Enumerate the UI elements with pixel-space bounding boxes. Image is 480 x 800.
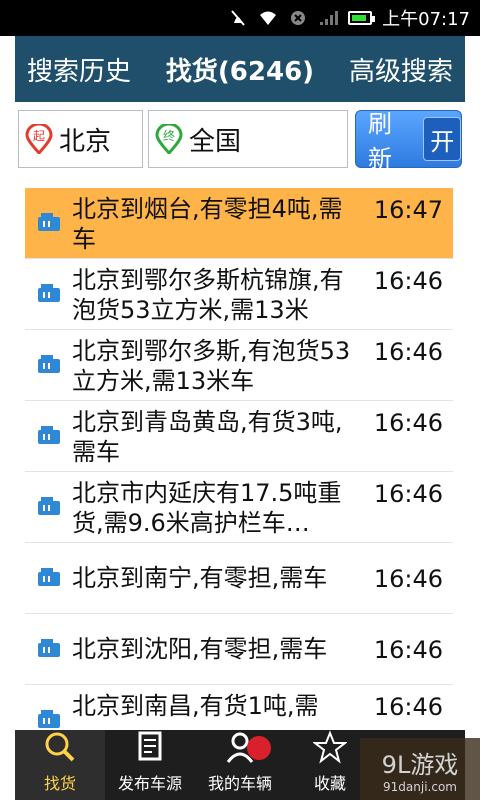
list-item-time: 16:46 xyxy=(373,480,443,508)
list-item[interactable]: 北京到鄂尔多斯杭锦旗,有泡货53立方米,需13米 16:46 xyxy=(25,259,453,330)
cargo-icon xyxy=(38,568,60,586)
watermark-logo: 9L游戏 91danji.com xyxy=(360,738,480,800)
cargo-icon xyxy=(38,213,60,231)
cargo-icon xyxy=(38,497,60,515)
nav-label: 找货 xyxy=(43,774,76,793)
wifi-icon xyxy=(260,11,277,25)
list-item-time: 16:46 xyxy=(373,565,443,593)
star-icon xyxy=(313,730,347,764)
refresh-button[interactable]: 刷新 开 xyxy=(355,110,462,173)
sync-icon xyxy=(291,11,306,25)
list-item-time: 16:46 xyxy=(373,338,443,366)
list-item-title: 北京到青岛黄岛,有货3吨,需车 xyxy=(72,408,343,466)
battery-icon xyxy=(348,11,376,25)
origin-badge: 起 xyxy=(33,129,45,143)
destination-badge: 终 xyxy=(163,128,175,143)
list-item[interactable]: 北京到青岛黄岛,有货3吨,需车 16:46 xyxy=(25,401,453,472)
cargo-icon xyxy=(38,284,60,302)
document-icon xyxy=(138,731,162,761)
list-item-time: 16:46 xyxy=(373,409,443,437)
destination-field[interactable]: 终 全国 xyxy=(148,110,348,168)
tab-find-goods[interactable]: 找货(6246) xyxy=(166,51,314,88)
list-item-time: 16:47 xyxy=(373,196,443,224)
origin-pin-icon: 起 xyxy=(25,124,53,154)
search-icon xyxy=(45,732,75,762)
destination-pin-icon: 终 xyxy=(155,124,183,154)
list-item-title: 北京市内延庆有17.5吨重货,需9.6米高护栏车… xyxy=(72,479,342,537)
goods-list: 北京到烟台,有零担4吨,需车 16:47 北京到鄂尔多斯杭锦旗,有泡货53立方米… xyxy=(25,188,453,728)
status-icons: 上午07:17 xyxy=(228,0,470,36)
list-item-title: 北京到鄂尔多斯,有泡货53立方米,需13米车 xyxy=(72,337,351,395)
list-item-title: 北京到烟台,有零担4吨,需车 xyxy=(72,195,343,253)
origin-field[interactable]: 起 北京 xyxy=(18,110,143,168)
route-search-row: 起 北京 终 全国 刷新 开 xyxy=(18,110,462,173)
nav-publish-vehicle[interactable]: 发布车源 xyxy=(105,730,195,800)
list-item[interactable]: 北京到沈阳,有零担,需车 16:46 xyxy=(25,614,453,685)
status-bar: 上午07:17 xyxy=(0,0,480,36)
list-item-time: 16:46 xyxy=(373,267,443,295)
cargo-icon xyxy=(38,355,60,373)
list-item[interactable]: 北京到鄂尔多斯,有泡货53立方米,需13米车 16:46 xyxy=(25,330,453,401)
nav-label: 收藏 xyxy=(313,774,346,793)
list-item-time: 16:46 xyxy=(373,636,443,664)
header-tabs: 搜索历史 找货(6246) 高级搜索 xyxy=(15,36,465,102)
auto-refresh-toggle[interactable]: 开 xyxy=(423,117,461,161)
signal-icon xyxy=(320,11,339,25)
nav-find-goods[interactable]: 找货 xyxy=(15,730,105,800)
list-item[interactable]: 北京到烟台,有零担4吨,需车 16:47 xyxy=(25,188,453,259)
cargo-icon xyxy=(38,710,60,728)
watermark-main: 9L游戏 xyxy=(381,750,459,779)
notification-badge xyxy=(247,736,271,760)
list-item[interactable]: 北京市内延庆有17.5吨重货,需9.6米高护栏车… 16:46 xyxy=(25,472,453,543)
list-item-time: 16:46 xyxy=(373,693,443,721)
list-item-title: 北京到南昌,有货1吨,需 xyxy=(72,692,319,720)
nav-label: 我的车辆 xyxy=(207,774,272,793)
list-item-title: 北京到鄂尔多斯杭锦旗,有泡货53立方米,需13米 xyxy=(72,266,344,324)
tab-search-history[interactable]: 搜索历史 xyxy=(27,51,131,88)
refresh-label: 刷新 xyxy=(368,110,392,173)
origin-city: 北京 xyxy=(59,126,112,157)
cargo-icon xyxy=(38,639,60,657)
tab-advanced-search[interactable]: 高级搜索 xyxy=(349,51,453,88)
cargo-icon xyxy=(38,426,60,444)
status-time: 上午07:17 xyxy=(382,9,470,30)
list-item-title: 北京到南宁,有零担,需车 xyxy=(72,564,328,592)
destination-city: 全国 xyxy=(189,126,242,157)
mute-icon xyxy=(231,10,245,26)
nav-label: 发布车源 xyxy=(117,774,182,793)
list-item[interactable]: 北京到南宁,有零担,需车 16:46 xyxy=(25,543,453,614)
list-item[interactable]: 北京到南昌,有货1吨,需 16:46 xyxy=(25,685,453,728)
watermark-sub: 91danji.com xyxy=(383,779,457,794)
list-item-title: 北京到沈阳,有零担,需车 xyxy=(72,635,328,663)
nav-my-vehicles[interactable]: 我的车辆 xyxy=(195,730,285,800)
